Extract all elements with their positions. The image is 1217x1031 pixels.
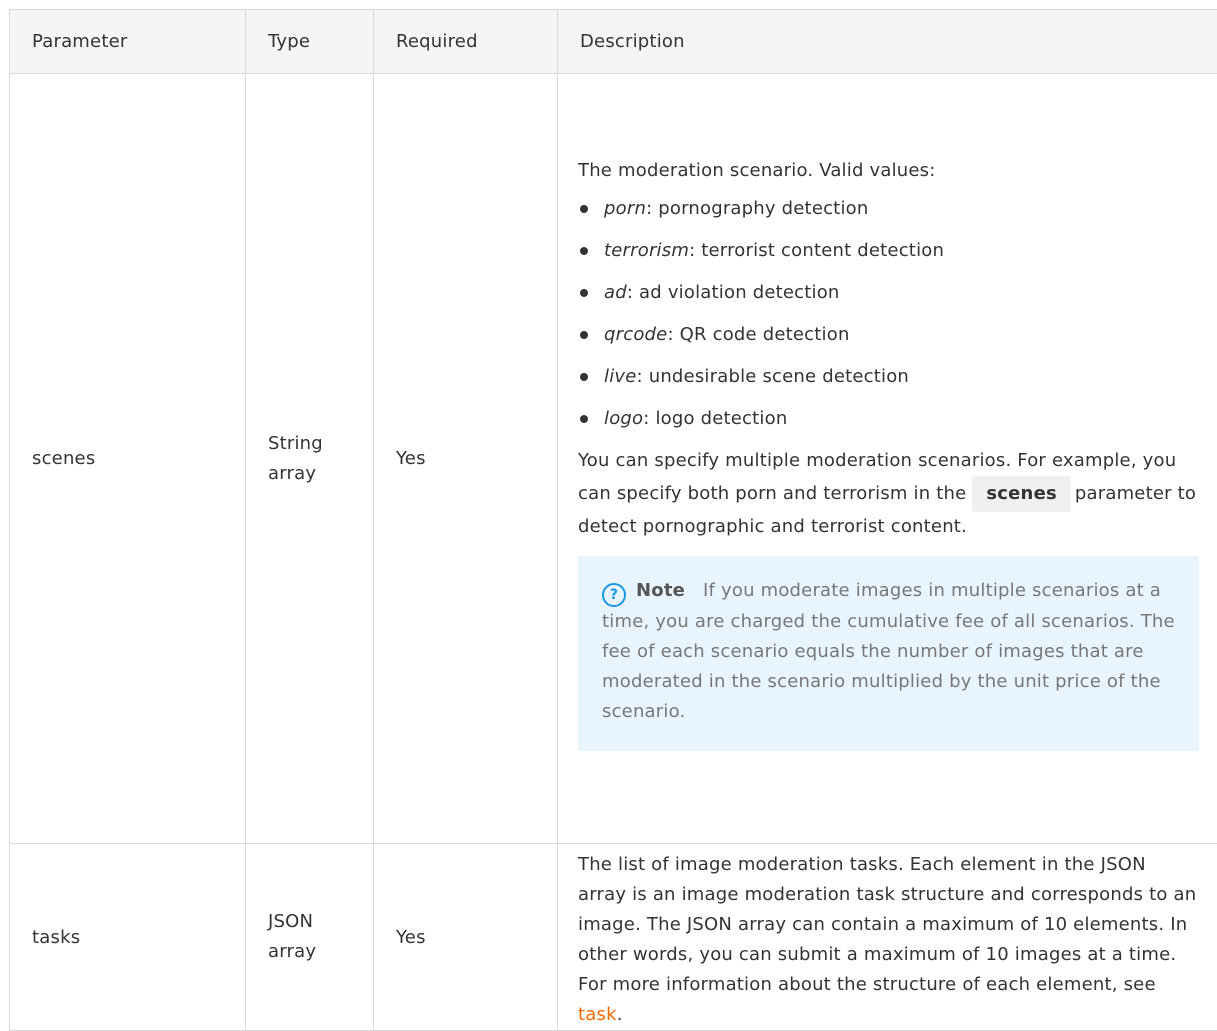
value-desc: : logo detection bbox=[643, 408, 787, 429]
type-cell: JSON array bbox=[246, 844, 374, 1031]
type-line: array bbox=[268, 937, 373, 967]
question-circle-icon: ? bbox=[602, 583, 626, 607]
list-item: live: undesirable scene detection bbox=[578, 362, 1199, 392]
value-key: live bbox=[604, 366, 637, 387]
tasks-description: The list of image moderation tasks. Each… bbox=[578, 850, 1199, 1030]
value-key: logo bbox=[604, 408, 643, 429]
value-key: qrcode bbox=[604, 324, 667, 345]
page: Parameter Type Required Description scen… bbox=[0, 0, 1217, 1012]
bullet-icon bbox=[580, 289, 588, 297]
table-header-row: Parameter Type Required Description bbox=[10, 10, 1217, 74]
type-cell: String array bbox=[246, 74, 374, 844]
list-item: ad: ad violation detection bbox=[578, 278, 1199, 308]
bullet-icon bbox=[580, 247, 588, 255]
header-required: Required bbox=[374, 10, 558, 74]
header-description: Description bbox=[558, 10, 1217, 74]
trailing-period: . bbox=[617, 1004, 623, 1025]
required-cell: Yes bbox=[374, 844, 558, 1031]
list-item: porn: pornography detection bbox=[578, 194, 1199, 224]
task-link[interactable]: task bbox=[578, 1004, 617, 1025]
value-key: terrorism bbox=[604, 240, 689, 261]
value-key: porn bbox=[604, 198, 646, 219]
value-desc: : undesirable scene detection bbox=[637, 366, 910, 387]
type-line: JSON bbox=[268, 907, 373, 937]
note-box: ? NoteIf you moderate images in multiple … bbox=[578, 556, 1199, 751]
note-label: Note bbox=[636, 580, 685, 601]
tasks-description-text: The list of image moderation tasks. Each… bbox=[578, 854, 1196, 995]
list-item: logo: logo detection bbox=[578, 404, 1199, 434]
param-name-cell: scenes bbox=[10, 74, 246, 844]
header-type: Type bbox=[246, 10, 374, 74]
list-item: qrcode: QR code detection bbox=[578, 320, 1199, 350]
description-cell: The moderation scenario. Valid values: p… bbox=[558, 74, 1217, 844]
parameter-table: Parameter Type Required Description scen… bbox=[9, 9, 1217, 1031]
type-line: array bbox=[268, 459, 373, 489]
bullet-icon bbox=[580, 373, 588, 381]
multi-scenario-text: You can specify multiple moderation scen… bbox=[578, 446, 1199, 542]
code-scenes: scenes bbox=[972, 476, 1071, 512]
bullet-icon bbox=[580, 205, 588, 213]
header-parameter: Parameter bbox=[10, 10, 246, 74]
value-desc: : QR code detection bbox=[667, 324, 849, 345]
note-text: If you moderate images in multiple scena… bbox=[602, 580, 1175, 722]
valid-values-list: porn: pornography detection terrorism: t… bbox=[578, 194, 1199, 434]
required-cell: Yes bbox=[374, 74, 558, 844]
type-line: String bbox=[268, 429, 373, 459]
value-desc: : pornography detection bbox=[646, 198, 868, 219]
description-cell: The list of image moderation tasks. Each… bbox=[558, 844, 1217, 1031]
table-row: tasks JSON array Yes The list of image m… bbox=[10, 844, 1217, 1031]
bullet-icon bbox=[580, 331, 588, 339]
description-intro: The moderation scenario. Valid values: bbox=[578, 156, 1199, 186]
bullet-icon bbox=[580, 415, 588, 423]
table-row: scenes String array Yes The moderation s… bbox=[10, 74, 1217, 844]
list-item: terrorism: terrorist content detection bbox=[578, 236, 1199, 266]
value-desc: : terrorist content detection bbox=[689, 240, 944, 261]
param-name-cell: tasks bbox=[10, 844, 246, 1031]
value-key: ad bbox=[604, 282, 627, 303]
value-desc: : ad violation detection bbox=[627, 282, 840, 303]
